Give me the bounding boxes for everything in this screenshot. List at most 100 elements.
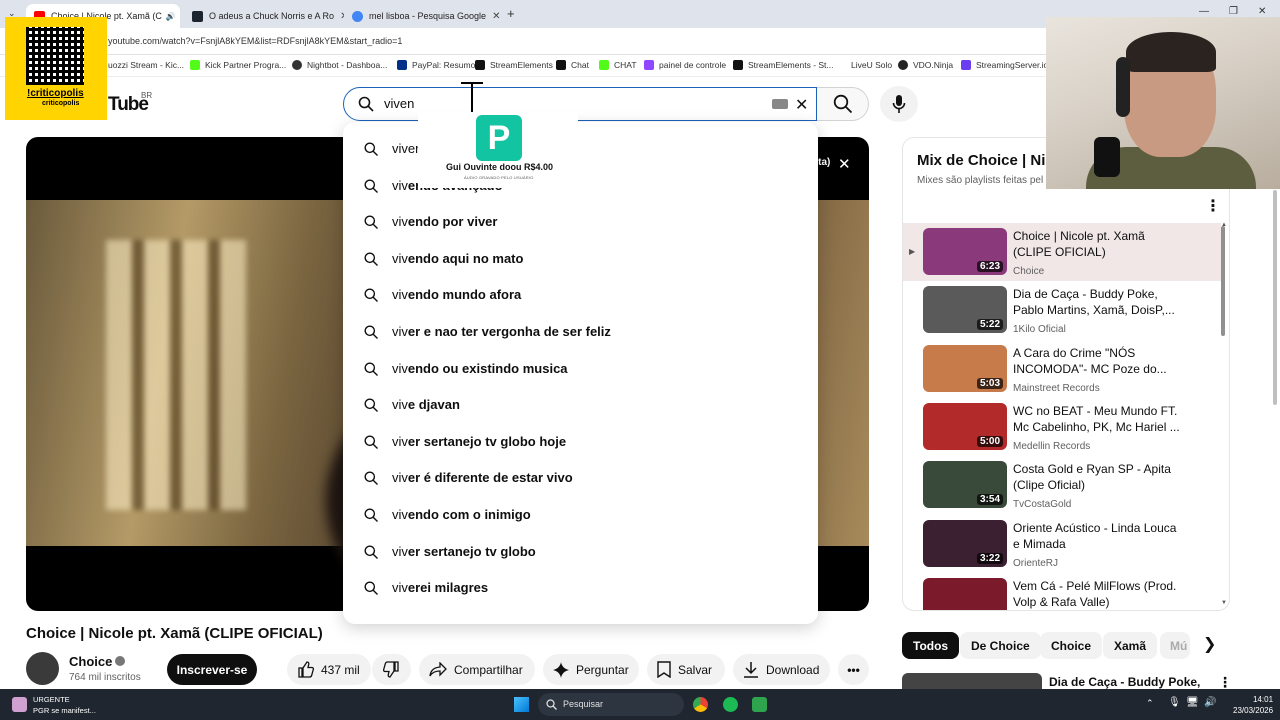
news-subtitle: PGR se manifest... bbox=[33, 706, 96, 715]
channel-name[interactable]: Choice bbox=[69, 654, 112, 669]
suggestion-item[interactable]: vivendo com o inimigo bbox=[343, 497, 818, 533]
bookmark-item[interactable]: StreamElements bbox=[475, 60, 553, 70]
ask-label: Perguntar bbox=[576, 662, 629, 677]
bookmark-item[interactable]: StreamingServer.io bbox=[961, 60, 1048, 70]
tray-expand-icon[interactable]: ⌃ bbox=[1146, 698, 1154, 709]
windows-start-icon[interactable] bbox=[514, 697, 529, 712]
suggestion-item[interactable]: vivendo mundo afora bbox=[343, 277, 818, 313]
close-overlay-icon[interactable]: ✕ bbox=[838, 155, 851, 173]
keyboard-icon[interactable] bbox=[772, 99, 788, 109]
close-tab-icon[interactable]: ✕ bbox=[486, 11, 500, 22]
bookmark-item[interactable]: uozzi Stream - Kic... bbox=[108, 60, 184, 70]
subscribe-button[interactable]: Inscrever-se bbox=[167, 654, 257, 685]
suggestion-item[interactable]: viver bbox=[343, 131, 818, 167]
tab-article[interactable]: O adeus a Chuck Norris e A Ro ✕ bbox=[184, 4, 344, 28]
suggestion-item[interactable]: vivendo aqui no mato bbox=[343, 241, 818, 277]
channel-avatar[interactable] bbox=[26, 652, 59, 685]
volume-icon[interactable]: 🔊 bbox=[1204, 697, 1216, 708]
search-button[interactable] bbox=[817, 87, 869, 121]
suggestion-item[interactable]: viver sertanejo tv globo bbox=[343, 534, 818, 570]
suggestion-item[interactable]: viverei milagres bbox=[343, 570, 818, 606]
taskbar-search-label: Pesquisar bbox=[563, 699, 604, 709]
suggestion-item[interactable]: vivendo avançado bbox=[343, 168, 818, 204]
close-tab-icon[interactable]: ✕ bbox=[334, 11, 344, 22]
bookmark-item[interactable]: Kick Partner Progra... bbox=[190, 60, 286, 70]
recommendation-title[interactable]: Dia de Caça - Buddy Poke, bbox=[1049, 675, 1200, 689]
close-window-icon[interactable]: ✕ bbox=[1258, 6, 1266, 17]
share-button[interactable]: Compartilhar bbox=[419, 654, 535, 685]
playlist-item-title: WC no BEAT - Meu Mundo FT. Mc Cabelinho,… bbox=[1013, 403, 1180, 434]
playlist-item[interactable]: 5:00 WC no BEAT - Meu Mundo FT. Mc Cabeli… bbox=[903, 398, 1221, 456]
tab-google[interactable]: mel lisboa - Pesquisa Google ✕ bbox=[344, 4, 500, 28]
scroll-down-icon[interactable]: ▼ bbox=[1221, 600, 1227, 606]
search-icon bbox=[364, 288, 378, 303]
playlist-item[interactable]: 5:03 A Cara do Crime "NÓS INCOMODA"- MC P… bbox=[903, 340, 1221, 398]
search-query[interactable]: viven bbox=[384, 96, 414, 111]
news-widget[interactable]: URGENTE PGR se manifest... bbox=[33, 694, 96, 716]
video-duration: 3:22 bbox=[976, 552, 1003, 564]
playlist-item[interactable]: 5:22 Dia de Caça - Buddy Poke, Pablo Mart… bbox=[903, 281, 1221, 339]
more-vertical-icon[interactable]: ⋮ bbox=[1205, 196, 1221, 216]
bookmark-item[interactable]: VDO.Ninja bbox=[898, 60, 953, 70]
bookmark-item[interactable]: LiveU Solo bbox=[836, 60, 892, 70]
ask-button[interactable]: Perguntar bbox=[543, 654, 639, 685]
suggestion-item[interactable]: viver sertanejo tv globo hoje bbox=[343, 424, 818, 460]
voice-search-button[interactable] bbox=[880, 86, 918, 122]
clock[interactable]: 14:01 23/03/2026 bbox=[1233, 694, 1273, 716]
playlist-item[interactable]: 3:22 Oriente Acústico - Linda Louca e Mim… bbox=[903, 515, 1221, 573]
page-scrollbar[interactable] bbox=[1273, 190, 1277, 405]
bookmark-item[interactable]: StreamElements - St... bbox=[733, 60, 834, 70]
nightbot-icon bbox=[292, 60, 302, 70]
suggestion-text: viver sertanejo tv globo hoje bbox=[392, 433, 567, 449]
network-icon[interactable]: 🖥 bbox=[1186, 697, 1199, 708]
bookmark-item[interactable]: painel de controle bbox=[644, 60, 726, 70]
suggestion-text: viverei milagres bbox=[392, 580, 489, 596]
playlist-item[interactable]: ▶ 6:23 Choice | Nicole pt. Xamã (CLIPE OFI… bbox=[903, 223, 1221, 281]
url-text[interactable]: youtube.com/watch?v=FsnjlA8kYEM&list=RDF… bbox=[108, 36, 402, 46]
close-tab-icon[interactable]: ✕ bbox=[176, 11, 180, 22]
video-duration: 5:22 bbox=[976, 319, 1003, 331]
minimize-icon[interactable]: — bbox=[1199, 6, 1209, 17]
microphone-tray-icon[interactable]: 🎙 bbox=[1168, 697, 1181, 708]
suggestion-item[interactable]: vivendo por viver bbox=[343, 204, 818, 240]
recommendation-thumbnail[interactable] bbox=[902, 673, 1042, 689]
chip-choice[interactable]: Choice bbox=[1040, 632, 1103, 659]
taskbar-search[interactable] bbox=[538, 693, 684, 716]
bookmark-item[interactable]: Nightbot - Dashboa... bbox=[292, 60, 387, 70]
news-icon[interactable] bbox=[12, 697, 27, 712]
bookmark-item[interactable]: PayPal: Resumo bbox=[397, 60, 475, 70]
playlist-scrollbar[interactable] bbox=[1221, 226, 1225, 336]
sparkle-icon bbox=[553, 661, 569, 678]
more-actions-button[interactable]: ••• bbox=[838, 654, 869, 685]
chip-todos[interactable]: Todos bbox=[902, 632, 960, 659]
dislike-button[interactable] bbox=[372, 654, 411, 685]
playlist-item-channel: Medellin Records bbox=[1013, 440, 1091, 452]
suggestion-item[interactable]: viver é diferente de estar vivo bbox=[343, 460, 818, 496]
bookmark-item[interactable]: Chat bbox=[556, 60, 589, 70]
playlist-item[interactable]: 3:47Vem Cá - Pelé MilFlows (Prod. Volp &… bbox=[903, 573, 1221, 610]
clear-search-icon[interactable]: ✕ bbox=[795, 95, 808, 115]
playlist-item-title: Oriente Acústico - Linda Louca e Mimada bbox=[1013, 520, 1177, 551]
like-button[interactable]: 437 mil bbox=[287, 654, 371, 685]
suggestion-item[interactable]: viver e nao ter vergonha de ser feliz bbox=[343, 314, 818, 350]
chevron-right-icon[interactable]: ❯ bbox=[1203, 634, 1216, 654]
speaker-icon[interactable]: 🔊 bbox=[166, 12, 176, 21]
app-icon[interactable] bbox=[752, 697, 767, 712]
spotify-icon[interactable] bbox=[723, 697, 738, 712]
playlist-item[interactable]: 3:54 Costa Gold e Ryan SP - Apita (Clipe … bbox=[903, 456, 1221, 514]
chrome-icon[interactable] bbox=[693, 697, 708, 712]
new-tab-button[interactable]: + bbox=[507, 6, 515, 21]
maximize-icon[interactable]: ❐ bbox=[1229, 6, 1238, 17]
donation-subtext: ÁUDIO GRAVADO PELO USUÁRIO bbox=[464, 175, 534, 180]
scroll-up-icon[interactable]: ▲ bbox=[1221, 222, 1227, 228]
suggestion-item[interactable]: vive djavan bbox=[343, 387, 818, 423]
streamelements-icon bbox=[733, 60, 743, 70]
chip-xama[interactable]: Xamã bbox=[1103, 632, 1158, 659]
bookmark-item[interactable]: CHAT bbox=[599, 60, 637, 70]
save-button[interactable]: Salvar bbox=[647, 654, 725, 685]
playlist-thumbnail: 5:00 bbox=[923, 402, 1007, 450]
suggestion-item[interactable]: vivendo ou existindo musica bbox=[343, 351, 818, 387]
chip-de-choice[interactable]: De Choice bbox=[960, 632, 1041, 659]
download-button[interactable]: Download bbox=[733, 654, 830, 685]
chip-musica[interactable]: Mú bbox=[1160, 632, 1190, 659]
